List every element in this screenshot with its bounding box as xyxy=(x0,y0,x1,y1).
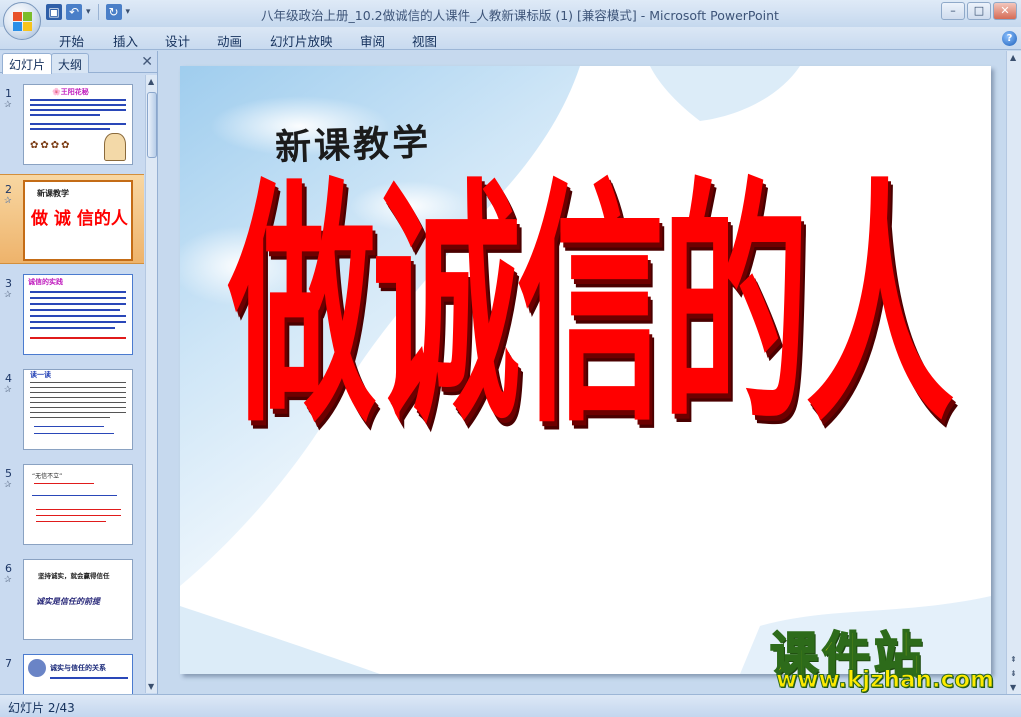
slide-thumbnail-2[interactable]: 2 ✰ 新课教学 做 诚 信的人 xyxy=(0,174,144,264)
slide-number: 6 xyxy=(5,562,12,575)
redo-icon[interactable]: ↻ xyxy=(105,4,122,20)
tab-insert[interactable]: 插入 xyxy=(113,31,138,50)
undo-icon[interactable]: ↶ xyxy=(66,4,82,20)
slide-thumbnail-7[interactable]: 7 诚实与信任的关系 xyxy=(0,649,144,694)
thumbnail-image: “无信不立” xyxy=(23,464,133,545)
tab-home[interactable]: 开始 xyxy=(59,31,84,50)
slide-editor: 新课教学 做诚信的人 ▲ ⇞ ⇟ ▼ xyxy=(159,51,1021,694)
thumbnail-title: 🌸王阳花秘 xyxy=(52,88,89,96)
slide-thumbnail-5[interactable]: 5 ✰ “无信不立” xyxy=(0,459,144,549)
ribbon-tab-bar: 开始 插入 设计 动画 幻灯片放映 审阅 视图 ? xyxy=(0,27,1021,50)
tab-view[interactable]: 视图 xyxy=(412,31,437,50)
watermark-logo: 课件站 www.kjzhan.com xyxy=(769,615,1002,694)
slide-number: 5 xyxy=(5,467,12,480)
thumbnail-image: 诚信的实践 xyxy=(23,274,133,355)
tab-slideshow[interactable]: 幻灯片放映 xyxy=(270,31,333,50)
thumbnail-list: 1 ✰ 🌸王阳花秘 ✿✿✿✿ 2 ✰ 新课教学 做 诚 信的人 3 ✰ 诚信的实… xyxy=(0,75,144,694)
office-logo-icon xyxy=(13,12,33,32)
scroll-up-icon[interactable]: ▲ xyxy=(1010,53,1016,62)
scroll-thumb[interactable] xyxy=(147,92,157,158)
scroll-down-icon[interactable]: ▼ xyxy=(1010,683,1016,692)
scroll-up-icon[interactable]: ▲ xyxy=(148,77,154,86)
slide-thumbnail-4[interactable]: 4 ✰ 读一读 xyxy=(0,364,144,454)
thumbnail-title: 诚实与信任的关系 xyxy=(50,664,106,672)
thumbnail-title: 诚信的实践 xyxy=(28,278,63,286)
editor-scrollbar[interactable]: ▲ ⇞ ⇟ ▼ xyxy=(1006,51,1021,694)
slide-number: 3 xyxy=(5,277,12,290)
thumbnail-image: 新课教学 做 诚 信的人 xyxy=(23,180,133,261)
slide-thumbnail-3[interactable]: 3 ✰ 诚信的实践 xyxy=(0,269,144,359)
thumbnail-subtitle: 新课教学 xyxy=(37,189,69,198)
slide-number: 1 xyxy=(5,87,12,100)
slide-canvas[interactable]: 新课教学 做诚信的人 xyxy=(180,66,991,674)
previous-slide-icon[interactable]: ⇞ xyxy=(1010,655,1017,664)
character-image xyxy=(104,133,126,161)
minimize-button[interactable]: – xyxy=(941,2,965,20)
thumbnail-image: 诚实与信任的关系 xyxy=(23,654,133,694)
animation-star-icon: ✰ xyxy=(4,196,12,206)
slide-number: 7 xyxy=(5,657,12,670)
watermark-url: www.kjzhan.com xyxy=(776,667,995,694)
flower-icon: ✿✿✿✿ xyxy=(30,140,72,151)
animation-star-icon: ✰ xyxy=(4,100,12,110)
office-button[interactable] xyxy=(3,2,41,40)
title-bar: ▣ ↶ ▾ ↻ ▾ 八年级政治上册_10.2做诚信的人课件_人教新课标版 (1)… xyxy=(0,0,1021,27)
decoration-icon xyxy=(28,659,46,677)
thumbnail-title: 诚实是信任的前提 xyxy=(36,597,100,606)
next-slide-icon[interactable]: ⇟ xyxy=(1010,669,1017,678)
thumbnail-title: “无信不立” xyxy=(32,473,63,480)
thumbnail-subtitle: 坚持诚实，就会赢得信任 xyxy=(38,572,110,580)
window-title: 八年级政治上册_10.2做诚信的人课件_人教新课标版 (1) [兼容模式] - … xyxy=(261,8,779,23)
animation-star-icon: ✰ xyxy=(4,575,12,585)
tab-slides[interactable]: 幻灯片 xyxy=(2,53,53,74)
thumbnail-title: 做 诚 信的人 xyxy=(31,209,128,229)
tab-animation[interactable]: 动画 xyxy=(217,31,242,50)
customize-toolbar-icon[interactable]: ▾ xyxy=(126,7,131,17)
slide-counter: 幻灯片 2/43 xyxy=(8,701,75,715)
panel-scrollbar[interactable]: ▲ ▼ xyxy=(145,75,157,693)
slide-number: 4 xyxy=(5,372,12,385)
save-icon[interactable]: ▣ xyxy=(46,4,62,20)
tab-design[interactable]: 设计 xyxy=(165,31,190,50)
thumbnail-image: 坚持诚实，就会赢得信任 诚实是信任的前提 xyxy=(23,559,133,640)
thumbnail-title: 读一读 xyxy=(30,371,51,379)
quick-access-toolbar: ▣ ↶ ▾ ↻ ▾ xyxy=(46,4,130,20)
animation-star-icon: ✰ xyxy=(4,290,12,300)
close-icon[interactable]: ✕ xyxy=(141,54,153,70)
tab-review[interactable]: 审阅 xyxy=(360,31,385,50)
thumbnail-image: 🌸王阳花秘 ✿✿✿✿ xyxy=(23,84,133,165)
scroll-down-icon[interactable]: ▼ xyxy=(148,682,154,691)
slide-number: 2 xyxy=(5,183,12,196)
status-bar: 幻灯片 2/43 xyxy=(0,694,1021,717)
animation-star-icon: ✰ xyxy=(4,385,12,395)
thumbnail-image: 读一读 xyxy=(23,369,133,450)
close-button[interactable]: ✕ xyxy=(993,2,1017,20)
undo-dropdown-icon[interactable]: ▾ xyxy=(86,7,91,17)
animation-star-icon: ✰ xyxy=(4,480,12,490)
maximize-button[interactable]: □ xyxy=(967,2,991,20)
tab-outline[interactable]: 大纲 xyxy=(51,53,90,73)
slide-title[interactable]: 做诚信的人 xyxy=(228,178,954,435)
slides-panel: 幻灯片 大纲 ✕ 1 ✰ 🌸王阳花秘 ✿✿✿✿ 2 ✰ 新课教学 做 诚 信的人… xyxy=(0,51,158,694)
help-icon[interactable]: ? xyxy=(1002,31,1017,46)
slide-thumbnail-6[interactable]: 6 ✰ 坚持诚实，就会赢得信任 诚实是信任的前提 xyxy=(0,554,144,644)
slide-thumbnail-1[interactable]: 1 ✰ 🌸王阳花秘 ✿✿✿✿ xyxy=(0,79,144,169)
